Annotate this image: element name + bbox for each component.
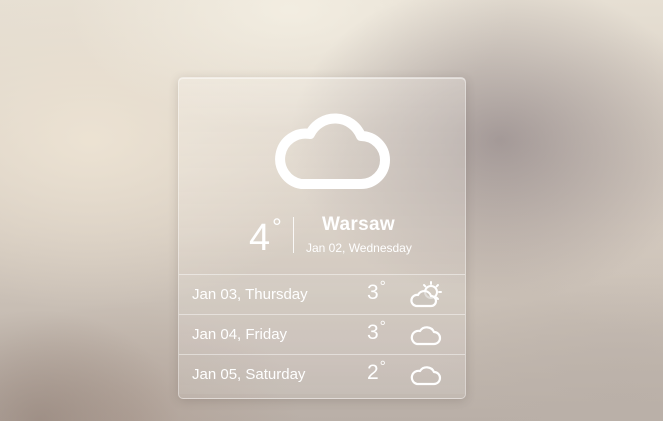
forecast-list: Jan 03, Thursday 3 ° Jan 04, Friday 3 ° …: [179, 274, 465, 394]
forecast-temperature-value: 3: [367, 321, 379, 344]
forecast-temperature: 3 °: [367, 279, 386, 307]
forecast-row: Jan 03, Thursday 3 °: [179, 274, 465, 314]
current-temperature: 4 °: [249, 216, 282, 260]
divider: [293, 217, 294, 253]
forecast-degree-symbol: °: [379, 318, 386, 335]
cloud-icon: [410, 366, 442, 386]
city-name: Warsaw: [322, 214, 395, 235]
forecast-degree-symbol: °: [379, 278, 386, 295]
forecast-date: Jan 05, Saturday: [192, 366, 306, 383]
forecast-temperature: 2 °: [367, 359, 386, 387]
forecast-temperature-value: 2: [367, 361, 379, 384]
forecast-temperature-value: 3: [367, 281, 379, 304]
forecast-date: Jan 03, Thursday: [192, 286, 308, 303]
current-temperature-value: 4: [249, 217, 271, 259]
forecast-row: Jan 04, Friday 3 °: [179, 314, 465, 354]
current-degree-symbol: °: [272, 214, 282, 241]
cloud-icon: [410, 326, 442, 346]
weather-widget: 4 ° Warsaw Jan 02, Wednesday Jan 03, Thu…: [178, 77, 466, 399]
forecast-row: Jan 05, Saturday 2 °: [179, 354, 465, 394]
forecast-date: Jan 04, Friday: [192, 326, 288, 343]
forecast-degree-symbol: °: [379, 358, 386, 375]
forecast-temperature: 3 °: [367, 319, 386, 347]
current-date: Jan 02, Wednesday: [306, 241, 412, 255]
cloud-icon: [275, 113, 390, 189]
partly-sunny-icon: [410, 281, 442, 308]
